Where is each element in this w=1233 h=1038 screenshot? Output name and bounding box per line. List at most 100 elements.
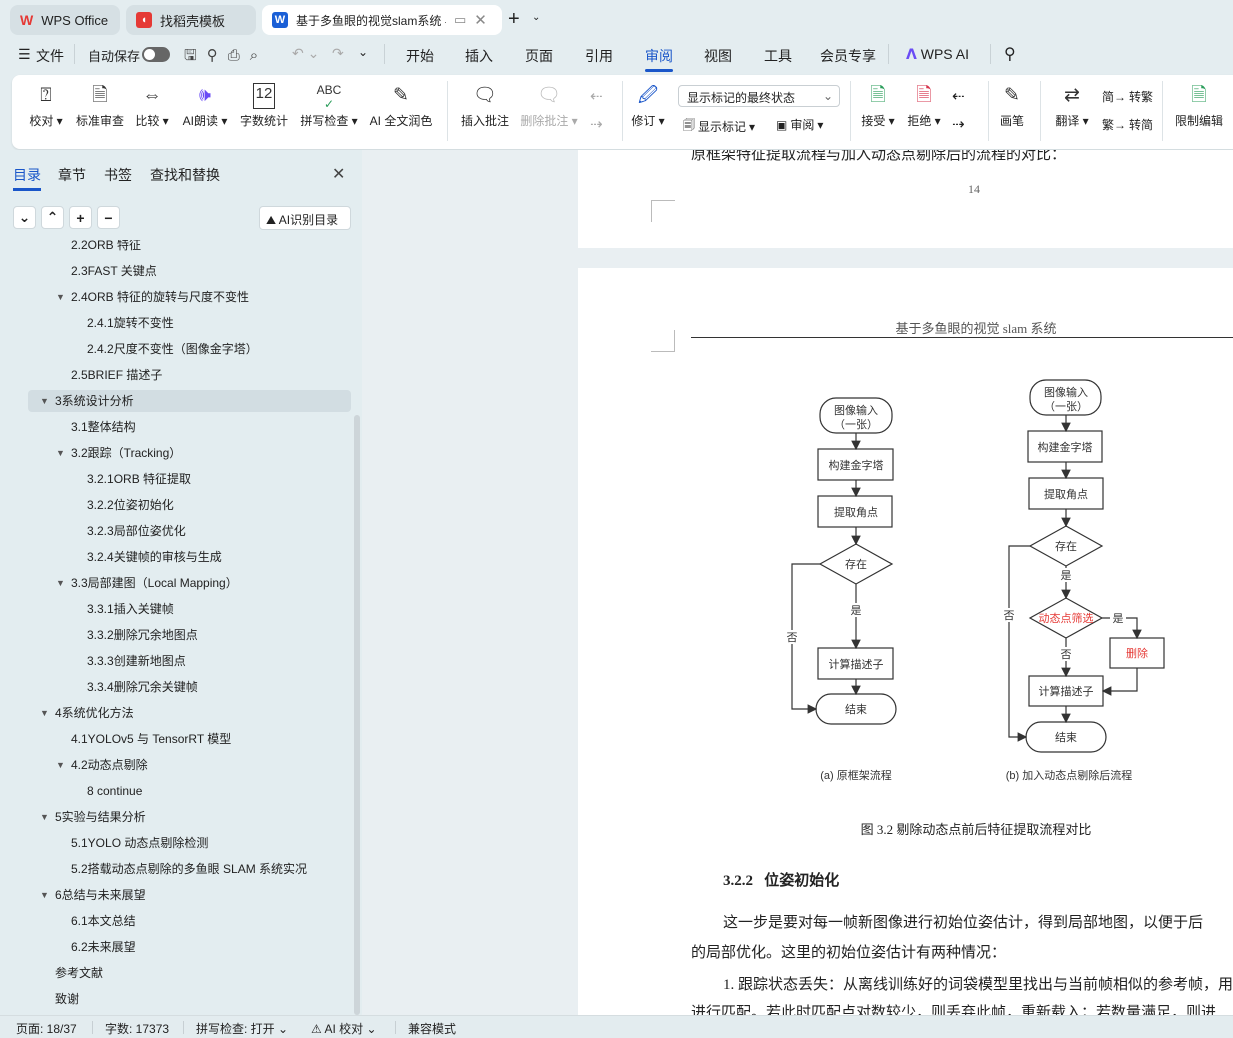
toc-scrollbar[interactable] <box>354 415 360 1015</box>
search-icon[interactable]: ⚲ <box>1004 44 1016 64</box>
close-pane-icon[interactable]: ✕ <box>332 164 345 184</box>
markup-state-select[interactable]: 显示标记的最终状态 ⌄ <box>678 85 840 107</box>
expand-toggle-icon[interactable]: ▼ <box>40 390 49 412</box>
expand-toggle-icon[interactable]: ▼ <box>40 806 49 828</box>
translate-icon: ⇄ <box>1064 85 1080 106</box>
accept-button[interactable]: 🗎 接受 ▾ <box>861 83 894 129</box>
status-bar: 页面: 18/37 字数: 17373 拼写检查: 打开 ⌄ ⚠ AI 校对 ⌄… <box>0 1015 1233 1038</box>
revise-button[interactable]: 🖉 修订 ▾ <box>631 83 664 129</box>
ai-read-button[interactable]: 🕪 AI朗读 ▾ <box>183 83 228 129</box>
menu-member[interactable]: 会员专享 <box>820 46 876 66</box>
prev-change-icon[interactable]: ⇠ <box>952 87 965 105</box>
flow-label: 结束 <box>845 703 867 716</box>
spell-check-status[interactable]: 拼写检查: 打开 ⌄ <box>196 1020 288 1037</box>
save-icon: 🖫 <box>184 47 207 64</box>
tab-toc[interactable]: 目录 <box>13 165 41 191</box>
expand-toggle-icon[interactable]: ▼ <box>40 884 49 906</box>
menu-view[interactable]: 视图 <box>704 46 732 66</box>
autosave-toggle[interactable] <box>142 47 170 62</box>
tab-label: 找稻壳模板 <box>160 13 226 29</box>
ai-proofread-status[interactable]: ⚠ AI 校对 ⌄ <box>311 1020 377 1037</box>
proofread-icon: ⍰ <box>40 85 52 106</box>
expand-toggle-icon[interactable]: ▼ <box>56 572 65 594</box>
wps-ai-icon: ᐱ <box>906 46 917 62</box>
close-tab-icon[interactable]: ✕ <box>474 11 487 29</box>
hamburger-icon[interactable]: ☰ <box>18 46 31 63</box>
menu-reference[interactable]: 引用 <box>585 46 613 66</box>
menu-tools[interactable]: 工具 <box>764 46 792 66</box>
review-pane-icon: ▣ <box>776 117 788 132</box>
margin-corner-mark <box>651 330 675 352</box>
flow-label: 结束 <box>1055 731 1077 744</box>
show-markup-button[interactable]: 🗐 显示标记 ▾ <box>683 116 755 137</box>
word-count-button[interactable]: 12 字数统计 <box>240 83 288 129</box>
menu-insert[interactable]: 插入 <box>465 46 493 66</box>
next-change-icon[interactable]: ⇢ <box>952 115 965 133</box>
quick-access-icons[interactable]: 🖫⚲⎙⌕ <box>184 45 268 70</box>
flow-label: （一张） <box>1044 400 1088 413</box>
flow-label: （一张） <box>834 418 878 431</box>
pen-button[interactable]: ✎ 画笔 <box>1000 83 1024 129</box>
menu-file[interactable]: 文件 <box>36 46 64 66</box>
ai-polish-button[interactable]: ✎ AI 全文润色 <box>370 83 433 129</box>
magic-wand-icon: ✎ <box>393 85 409 106</box>
monitor-icon[interactable]: ▭ <box>454 12 466 28</box>
reject-icon: 🗎 <box>916 85 932 106</box>
prev-comment-icon: ⇠ <box>590 88 603 105</box>
read-aloud-icon: 🕪 <box>199 85 211 106</box>
collapse-down-button[interactable]: ⌄ <box>13 206 36 229</box>
document-area: 原框架特征提取流程与加入动态点剔除后的流程的对比： 14 基于多鱼眼的视觉 sl… <box>362 150 1233 1015</box>
menu-start[interactable]: 开始 <box>406 46 434 66</box>
word-count[interactable]: 字数: 17373 <box>105 1020 169 1037</box>
tab-find-replace[interactable]: 查找和替换 <box>150 165 220 185</box>
compare-button[interactable]: ⇔ 比较 ▾ <box>135 83 168 129</box>
collapse-up-button[interactable]: ⌃ <box>41 206 64 229</box>
flow-label: 构建金字塔 <box>829 458 884 472</box>
standard-review-button[interactable]: 🗎 标准审查 <box>76 83 124 129</box>
chevron-down-icon[interactable]: ⌄ <box>532 12 540 23</box>
insert-comment-button[interactable]: 🗨 插入批注 <box>461 83 509 129</box>
review-pane-button[interactable]: ▣ 审阅 ▾ <box>776 116 823 133</box>
toc-item-label: 3.2跟踪（Tracking） <box>71 446 182 460</box>
expand-button[interactable]: + <box>69 206 92 229</box>
tab-document[interactable]: W 基于多鱼眼的视觉slam系统 与 ▭ ✕ <box>262 5 502 35</box>
expand-toggle-icon[interactable]: ▼ <box>40 702 49 724</box>
flow-label: 存在 <box>1055 539 1077 553</box>
ai-toc-button[interactable]: ⛰ AI识别目录 <box>259 206 351 230</box>
restrict-edit-button[interactable]: 🗎 限制编辑 <box>1175 83 1223 129</box>
expand-toggle-icon[interactable]: ▼ <box>56 442 65 464</box>
simplified-icon: 繁→ <box>1102 118 1127 132</box>
expand-toggle-icon[interactable]: ▼ <box>56 286 65 308</box>
print-preview-icon: ⌕ <box>249 47 269 64</box>
tab-wps-office[interactable]: W WPS Office <box>10 5 120 35</box>
redo-icon[interactable]: ↷ <box>332 45 344 62</box>
tab-docer[interactable]: ◖ 找稻壳模板 <box>126 5 256 35</box>
tab-chapters[interactable]: 章节 <box>58 165 86 185</box>
menu-page[interactable]: 页面 <box>525 46 553 66</box>
tab-bookmarks[interactable]: 书签 <box>104 165 132 185</box>
to-simplified-button[interactable]: 繁→ 转简 <box>1102 116 1153 133</box>
spell-check-button[interactable]: ABC ✓ 拼写检查 ▾ <box>300 83 357 129</box>
flow-label: 是 <box>1113 612 1124 625</box>
word-doc-icon: W <box>272 12 288 28</box>
menu-review[interactable]: 审阅 <box>645 46 673 72</box>
more-chevron-icon[interactable]: ⌄ <box>358 45 368 59</box>
new-tab-icon[interactable]: + <box>508 8 520 31</box>
translate-button[interactable]: ⇄ 翻译 ▾ <box>1055 83 1088 129</box>
body-text: 原框架特征提取流程与加入动态点剔除后的流程的对比： <box>691 150 1067 163</box>
toc-item-label: 3.3局部建图（Local Mapping） <box>71 576 238 590</box>
toc-item[interactable]: ▼ 3系统设计分析 <box>28 390 351 412</box>
track-changes-icon: 🖉 <box>637 85 659 106</box>
toc-item-label: 5实验与结果分析 <box>55 810 146 824</box>
reject-button[interactable]: 🗎 拒绝 ▾ <box>907 83 940 129</box>
page-number: 14 <box>968 182 980 196</box>
undo-icon[interactable]: ↶ ⌄ <box>292 45 319 62</box>
word-count-icon: 12 <box>252 83 276 109</box>
shrink-button[interactable]: − <box>97 206 120 229</box>
expand-toggle-icon[interactable]: ▼ <box>56 754 65 776</box>
page-indicator[interactable]: 页面: 18/37 <box>16 1020 77 1037</box>
menu-wps-ai[interactable]: ᐱ WPS AI <box>906 46 969 63</box>
docer-icon: ◖ <box>136 12 152 28</box>
to-traditional-button[interactable]: 简→ 转繁 <box>1102 88 1153 105</box>
proofread-button[interactable]: ⍰ 校对 ▾ <box>29 83 62 129</box>
